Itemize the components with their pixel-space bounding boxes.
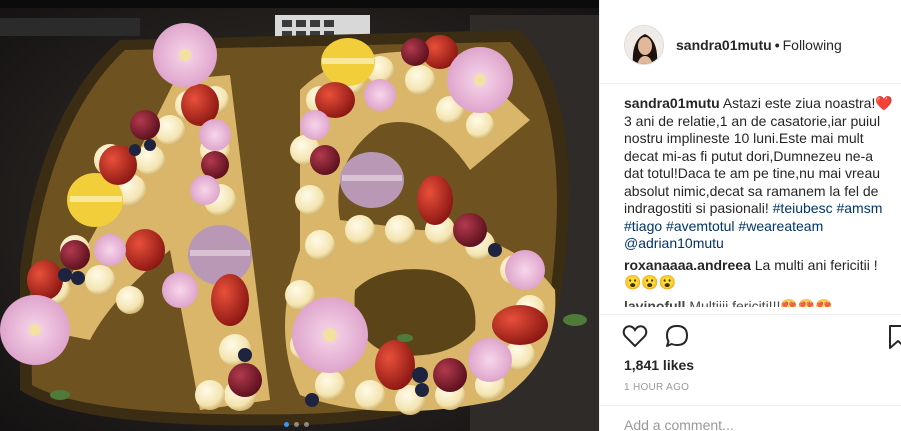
caption-text: Astazi este ziua noastra!❤️3 ani de rela… bbox=[624, 95, 893, 216]
likes-count[interactable]: 1,841 likes bbox=[624, 357, 694, 373]
hashtag-link[interactable]: #avemtotul bbox=[666, 218, 734, 234]
post-photo[interactable] bbox=[0, 0, 599, 431]
mention-link[interactable]: @adrian10mutu bbox=[624, 235, 724, 251]
carousel-indicator[interactable] bbox=[284, 422, 309, 427]
comment-icon[interactable] bbox=[664, 323, 690, 349]
avatar[interactable] bbox=[624, 24, 664, 65]
follow-status[interactable]: Following bbox=[783, 37, 842, 53]
bookmark-icon[interactable] bbox=[888, 324, 901, 350]
hashtag-link[interactable]: #amsm bbox=[836, 200, 882, 216]
hashtag-link[interactable]: #teiubesc bbox=[773, 200, 833, 216]
comment-item: roxanaaaa.andreea La multi ani fericitii… bbox=[624, 257, 894, 292]
instagram-post: sandra01mutu • Following sandra01mutu Asta… bbox=[0, 0, 901, 431]
carousel-dot-2[interactable] bbox=[294, 422, 299, 427]
carousel-dot-3[interactable] bbox=[304, 422, 309, 427]
header-username[interactable]: sandra01mutu bbox=[676, 37, 772, 53]
post-header: sandra01mutu • Following bbox=[600, 6, 901, 84]
post-actions: 1,841 likes 1 HOUR AGO bbox=[600, 314, 901, 431]
add-comment-bar bbox=[600, 405, 901, 431]
hashtag-link[interactable]: #tiago bbox=[624, 218, 662, 234]
comment-username[interactable]: sandra01mutu bbox=[624, 95, 720, 111]
caption: sandra01mutu Astazi este ziua noastra!❤️… bbox=[624, 95, 894, 253]
post-timestamp[interactable]: 1 HOUR AGO bbox=[624, 382, 689, 393]
separator-dot: • bbox=[774, 36, 780, 53]
carousel-dot-1[interactable] bbox=[284, 422, 289, 427]
comment-username[interactable]: lavinofull bbox=[624, 298, 685, 307]
comment-username[interactable]: roxanaaaa.andreea bbox=[624, 257, 751, 273]
cake-photo-illustration bbox=[0, 0, 599, 431]
heart-icon[interactable] bbox=[622, 323, 648, 349]
post-side-panel: sandra01mutu • Following sandra01mutu Asta… bbox=[599, 0, 901, 431]
comment-item: lavinofull Multiiii fericiti!!!😍😍😍 bbox=[624, 298, 894, 307]
comment-text: Multiiii fericiti!!!😍😍😍 bbox=[689, 297, 833, 307]
comment-input[interactable] bbox=[624, 417, 874, 431]
hashtag-link[interactable]: #weareateam bbox=[738, 218, 823, 234]
comments-list: sandra01mutu Astazi este ziua noastra!❤️… bbox=[624, 95, 894, 307]
